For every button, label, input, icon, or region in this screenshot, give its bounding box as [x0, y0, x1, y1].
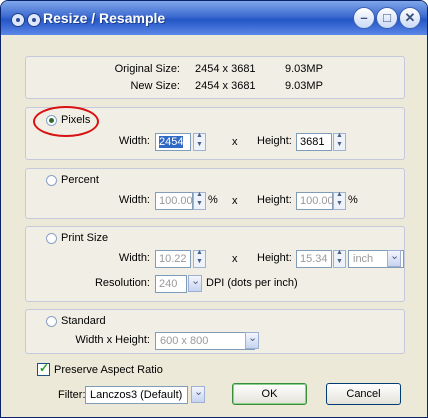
new-size-dims: 2454 x 3681 — [195, 80, 256, 92]
percent-width-label: Width: — [118, 194, 150, 206]
filter-dropdown-icon[interactable] — [191, 385, 205, 403]
window-pin-icon[interactable] — [27, 13, 41, 27]
new-size-mp: 9.03MP — [285, 80, 323, 92]
red-annotation-circle — [33, 106, 99, 137]
standard-radio[interactable] — [46, 316, 57, 327]
window-title: Resize / Resample — [43, 10, 166, 26]
percent-group: Percent Width: 100.00 % x Height: 100.00… — [25, 168, 405, 219]
resolution-label: Resolution: — [94, 277, 150, 289]
close-button[interactable]: ✕ — [399, 7, 421, 29]
preserve-aspect-checkbox[interactable] — [37, 361, 50, 376]
print-height-spinner[interactable] — [333, 249, 346, 268]
cancel-button[interactable]: Cancel — [326, 383, 401, 405]
ok-button[interactable]: OK — [232, 383, 307, 405]
print-height-input[interactable]: 15.34 — [296, 250, 332, 268]
standard-wh-label: Width x Height: — [75, 334, 150, 346]
standard-size-select[interactable]: 600 x 800 — [155, 332, 255, 350]
percent-width-input[interactable]: 100.00 — [155, 192, 193, 210]
preserve-aspect-label: Preserve Aspect Ratio — [54, 364, 163, 376]
percent-radio[interactable] — [46, 175, 57, 186]
standard-label: Standard — [61, 315, 106, 327]
print-width-label: Width: — [118, 252, 150, 264]
percent-height-label: Height: — [257, 194, 292, 206]
percent-height-unit: % — [348, 194, 358, 206]
print-x-label: x — [232, 253, 238, 265]
print-width-spinner[interactable] — [193, 249, 206, 268]
pixels-x-label: x — [232, 136, 238, 148]
percent-label: Percent — [61, 174, 99, 186]
percent-width-unit: % — [208, 194, 218, 206]
filter-label: Filter: — [58, 389, 86, 401]
title-bar[interactable]: Resize / Resample – □ ✕ — [1, 1, 427, 35]
pixels-width-label: Width: — [118, 135, 150, 147]
print-unit-dropdown-icon[interactable] — [387, 249, 401, 267]
pixels-height-input[interactable]: 3681 — [296, 133, 332, 151]
size-info-group: Original Size: 2454 x 3681 9.03MP New Si… — [25, 56, 405, 99]
pixels-width-input[interactable]: 2454 — [155, 133, 191, 151]
standard-group: Standard Width x Height: 600 x 800 — [25, 309, 405, 354]
original-size-mp: 9.03MP — [285, 63, 323, 75]
print-height-label: Height: — [257, 252, 292, 264]
original-size-dims: 2454 x 3681 — [195, 63, 256, 75]
percent-height-spinner[interactable] — [333, 191, 346, 210]
resize-dialog: Resize / Resample – □ ✕ Original Size: 2… — [0, 0, 428, 418]
print-size-group: Print Size Width: 10.22 x Height: 15.34 … — [25, 226, 405, 302]
pixels-height-label: Height: — [257, 135, 292, 147]
standard-size-dropdown-icon[interactable] — [245, 331, 259, 349]
window-menu-icon[interactable] — [11, 13, 25, 27]
print-size-label: Print Size — [61, 232, 109, 244]
pixels-width-spinner[interactable] — [193, 132, 206, 151]
percent-x-label: x — [232, 195, 238, 207]
percent-height-input[interactable]: 100.00 — [296, 192, 334, 210]
print-size-radio[interactable] — [46, 233, 57, 244]
resolution-input[interactable]: 240 — [155, 275, 187, 293]
print-width-input[interactable]: 10.22 — [155, 250, 191, 268]
minimize-button[interactable]: – — [353, 7, 375, 29]
percent-width-spinner[interactable] — [193, 191, 206, 210]
dpi-label: DPI (dots per inch) — [206, 277, 298, 289]
maximize-button[interactable]: □ — [376, 7, 398, 29]
new-size-label: New Size: — [130, 80, 180, 92]
original-size-label: Original Size: — [114, 63, 180, 75]
pixels-height-spinner[interactable] — [333, 132, 346, 151]
resolution-dropdown-icon[interactable] — [188, 274, 202, 292]
filter-select[interactable]: Lanczos3 (Default) — [85, 386, 188, 404]
